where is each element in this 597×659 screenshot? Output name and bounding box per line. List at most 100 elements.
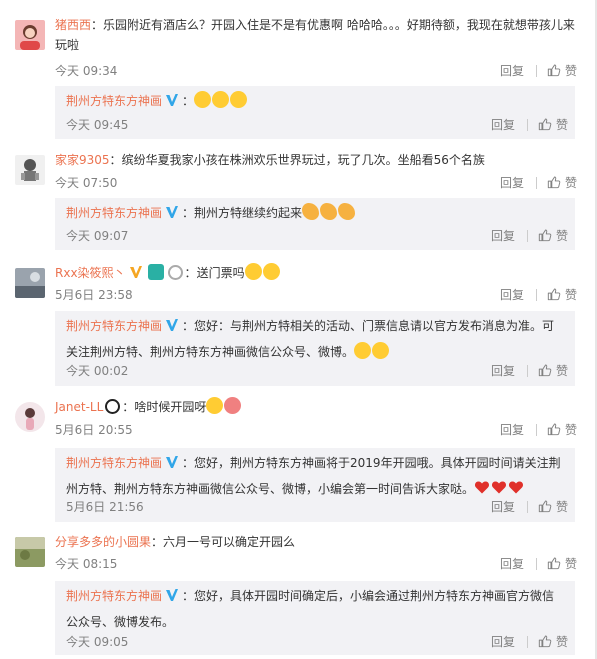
like-label: 赞	[564, 423, 577, 437]
like-button[interactable]: 赞	[538, 633, 568, 651]
reply-meta: 今天 09:45 回复 赞	[66, 116, 568, 134]
like-label: 赞	[555, 364, 568, 378]
reply-button[interactable]: 回复	[491, 227, 515, 245]
like-button[interactable]: 赞	[547, 62, 577, 80]
divider	[526, 119, 528, 131]
comment-content: 乐园附近有酒店么？开园入住是不是有优惠啊 哈哈哈。。。好期待额，我现在就想带孩儿…	[55, 18, 575, 52]
reply-button[interactable]: 回复	[500, 555, 524, 573]
pig-emoji-icon	[224, 397, 242, 414]
reply-box: 荆州方特东方神画： 今天 09:45 回复 赞	[55, 86, 575, 139]
comment-time: 今天 08:15	[55, 557, 118, 571]
reply-meta: 今天 09:05 回复 赞	[66, 633, 568, 651]
avatar[interactable]	[15, 537, 45, 567]
reply-time: 5月6日 21:56	[66, 500, 144, 514]
reply-button[interactable]: 回复	[500, 421, 524, 439]
like-label: 赞	[564, 176, 577, 190]
divider	[526, 365, 528, 377]
verified-icon	[165, 318, 179, 332]
panda-badge-icon	[105, 399, 121, 414]
reply-text: 荆州方特东方神画 ：您好：与荆州方特相关的活动、门票信息请以官方发布消息为准。可关…	[66, 318, 555, 359]
thumbs-up-icon	[547, 556, 561, 570]
ring-badge-icon	[167, 265, 183, 280]
avatar[interactable]	[15, 402, 45, 432]
reply-username[interactable]: 荆州方特东方神画	[66, 456, 162, 470]
thumbs-up-icon	[538, 363, 552, 377]
like-label: 赞	[555, 118, 568, 132]
reply-box: 荆州方特东方神画 ：您好，荆州方特东方神画将于2019年开园哦。具体开园时间请关注…	[55, 448, 575, 522]
comment-time: 今天 07:50	[55, 176, 118, 190]
laugh-cry-emoji-icon	[230, 91, 248, 108]
like-label: 赞	[555, 229, 568, 243]
verified-gold-icon	[129, 266, 142, 278]
like-label: 赞	[564, 557, 577, 571]
clap-emoji-icon	[302, 203, 320, 220]
verified-icon	[165, 205, 179, 219]
reply-username[interactable]: 荆州方特东方神画	[66, 94, 162, 108]
comment-username[interactable]: 家家9305	[55, 153, 110, 167]
like-button[interactable]: 赞	[538, 362, 568, 380]
comment-item: Rxx染筱熙丶 ：送门票吗 5月6日 23:58 回复 赞 荆州方特东方神画 ：您好…	[0, 258, 597, 392]
reply-button[interactable]: 回复	[491, 362, 515, 380]
reply-button[interactable]: 回复	[491, 633, 515, 651]
like-label: 赞	[564, 64, 577, 78]
divider	[535, 558, 537, 570]
reply-box: 荆州方特东方神画 ：您好：与荆州方特相关的活动、门票信息请以官方发布消息为准。可关…	[55, 311, 575, 386]
reply-box: 荆州方特东方神画 ：荆州方特继续约起来 今天 09:07 回复 赞	[55, 198, 575, 250]
reply-username[interactable]: 荆州方特东方神画	[66, 319, 162, 333]
divider	[526, 230, 528, 242]
comment-item: 分享多多的小圆果：六月一号可以确定开园么 今天 08:15 回复 赞 荆州方特东…	[0, 527, 597, 659]
reply-content: 荆州方特继续约起来	[194, 206, 303, 220]
like-button[interactable]: 赞	[547, 555, 577, 573]
reply-button[interactable]: 回复	[491, 116, 515, 134]
laugh-cry-emoji-icon	[194, 91, 212, 108]
reply-username[interactable]: 荆州方特东方神画	[66, 589, 162, 603]
clap-emoji-icon	[320, 203, 338, 220]
comment-meta: 5月6日 23:58 回复 赞	[55, 286, 577, 304]
thumbs-up-icon	[547, 422, 561, 436]
like-button[interactable]: 赞	[538, 498, 568, 516]
laugh-cry-emoji-icon	[212, 91, 230, 108]
comment-meta: 今天 07:50 回复 赞	[55, 174, 577, 192]
divider	[535, 424, 537, 436]
like-button[interactable]: 赞	[547, 174, 577, 192]
comment-text: Rxx染筱熙丶 ：送门票吗	[55, 263, 575, 283]
comment-text: 猪西西：乐园附近有酒店么？开园入住是不是有优惠啊 哈哈哈。。。好期待额，我现在就…	[55, 18, 575, 52]
comment-time: 5月6日 20:55	[55, 423, 133, 437]
comment-text: 分享多多的小圆果：六月一号可以确定开园么	[55, 535, 296, 549]
reply-button[interactable]: 回复	[491, 498, 515, 516]
comment-username[interactable]: Janet-LL	[55, 400, 103, 414]
like-button[interactable]: 赞	[547, 286, 577, 304]
comment-username[interactable]: Rxx染筱熙丶	[55, 266, 126, 280]
reply-button[interactable]: 回复	[500, 286, 524, 304]
verified-icon	[165, 588, 179, 602]
divider	[535, 177, 537, 189]
clap-emoji-icon	[338, 203, 356, 220]
comment-content: 送门票吗	[196, 266, 245, 280]
avatar[interactable]	[15, 268, 45, 298]
like-label: 赞	[564, 288, 577, 302]
reply-time: 今天 00:02	[66, 364, 129, 378]
comment-username[interactable]: 猪西西	[55, 18, 91, 32]
like-button[interactable]: 赞	[538, 116, 568, 134]
reply-button[interactable]: 回复	[500, 174, 524, 192]
comment-item: 猪西西：乐园附近有酒店么？开园入住是不是有优惠啊 哈哈哈。。。好期待额，我现在就…	[0, 0, 597, 145]
avatar[interactable]	[15, 20, 45, 50]
reply-meta: 今天 00:02 回复 赞	[66, 362, 568, 380]
reply-username[interactable]: 荆州方特东方神画	[66, 206, 162, 220]
reply-time: 今天 09:45	[66, 118, 129, 132]
like-button[interactable]: 赞	[547, 421, 577, 439]
reply-button[interactable]: 回复	[500, 62, 524, 80]
heart-emoji-icon	[474, 481, 490, 494]
reply-text: 荆州方特东方神画 ：您好，荆州方特东方神画将于2019年开园哦。具体开园时间请关注…	[66, 456, 561, 496]
reply-meta: 今天 09:07 回复 赞	[66, 227, 568, 245]
comment-time: 今天 09:34	[55, 64, 118, 78]
thumbs-up-icon	[538, 634, 552, 648]
peace-emoji-icon	[244, 263, 262, 280]
comment-username[interactable]: 分享多多的小圆果	[55, 535, 151, 549]
smile-emoji-icon	[354, 342, 372, 359]
like-button[interactable]: 赞	[538, 227, 568, 245]
avatar[interactable]	[15, 155, 45, 185]
divider	[526, 501, 528, 513]
reply-time: 今天 09:05	[66, 635, 129, 649]
divider	[535, 65, 537, 77]
